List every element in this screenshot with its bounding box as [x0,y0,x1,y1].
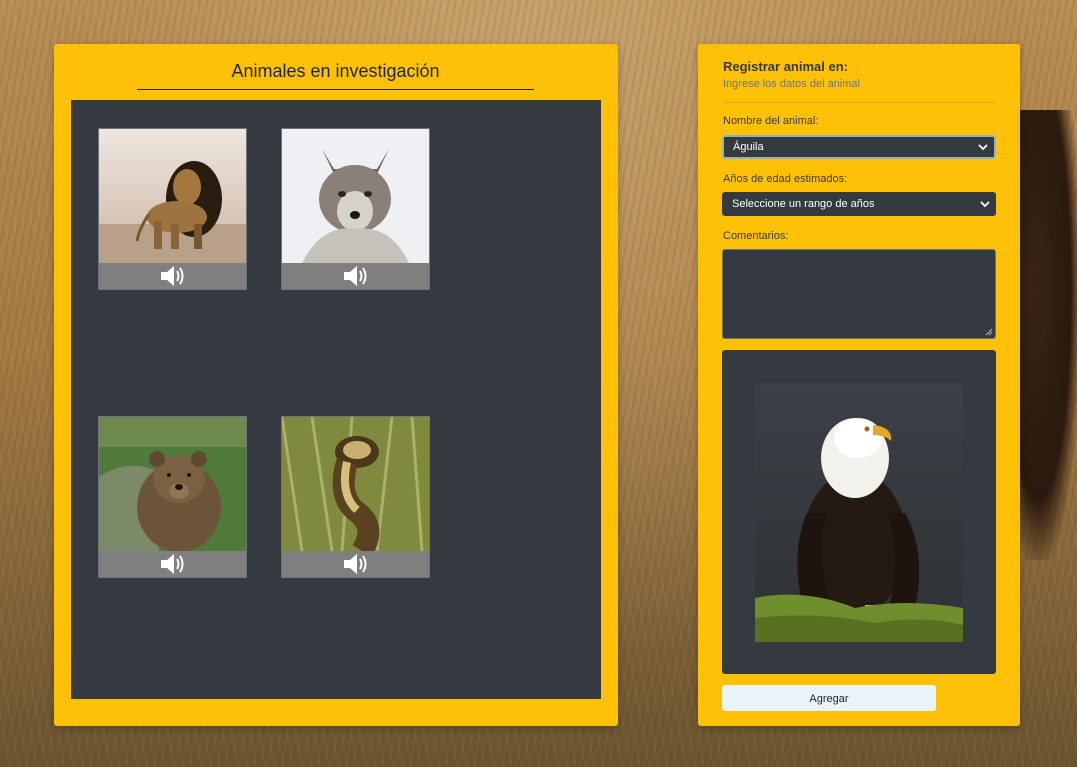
snake-photo [282,417,429,551]
speaker-icon [160,266,183,286]
speaker-icon [343,554,366,574]
animal-card-bear[interactable] [98,416,247,578]
form-title: Registrar animal en: [723,59,848,74]
wolf-photo [282,129,429,263]
play-sound-bear[interactable] [99,551,246,577]
animal-gallery [71,100,601,699]
animal-card-wolf[interactable] [281,128,430,290]
background-lion-mane [1010,110,1077,560]
register-animal-panel: Registrar animal en: Ingrese los datos d… [698,44,1020,726]
form-divider [722,102,996,103]
speaker-icon [343,266,366,286]
gallery-title: Animales en investigación [137,61,534,90]
comments-textarea[interactable] [722,249,996,339]
eagle-photo [755,383,963,642]
play-sound-lion[interactable] [99,263,246,289]
play-sound-snake[interactable] [282,551,429,577]
resize-grip-icon[interactable] [985,328,993,336]
speaker-icon [160,554,183,574]
chevron-down-icon [980,201,990,208]
comments-label: Comentarios: [723,230,789,242]
chevron-down-icon [978,144,988,151]
age-range-selected: Seleccione un rango de años [732,198,875,210]
bear-photo [99,417,246,551]
play-sound-wolf[interactable] [282,263,429,289]
add-button[interactable]: Agregar [722,685,936,711]
form-subtitle: Ingrese los datos del animal [723,78,860,90]
animal-card-lion[interactable] [98,128,247,290]
animal-name-selected: Águila [733,141,764,153]
age-label: Años de edad estimados: [723,173,848,185]
animal-preview [722,350,996,674]
lion-photo [99,129,246,263]
animal-card-snake[interactable] [281,416,430,578]
animal-name-label: Nombre del animal: [723,115,819,127]
age-range-select[interactable]: Seleccione un rango de años [722,192,996,216]
research-animals-panel: Animales en investigación [54,44,618,726]
animal-name-select[interactable]: Águila [722,135,996,159]
